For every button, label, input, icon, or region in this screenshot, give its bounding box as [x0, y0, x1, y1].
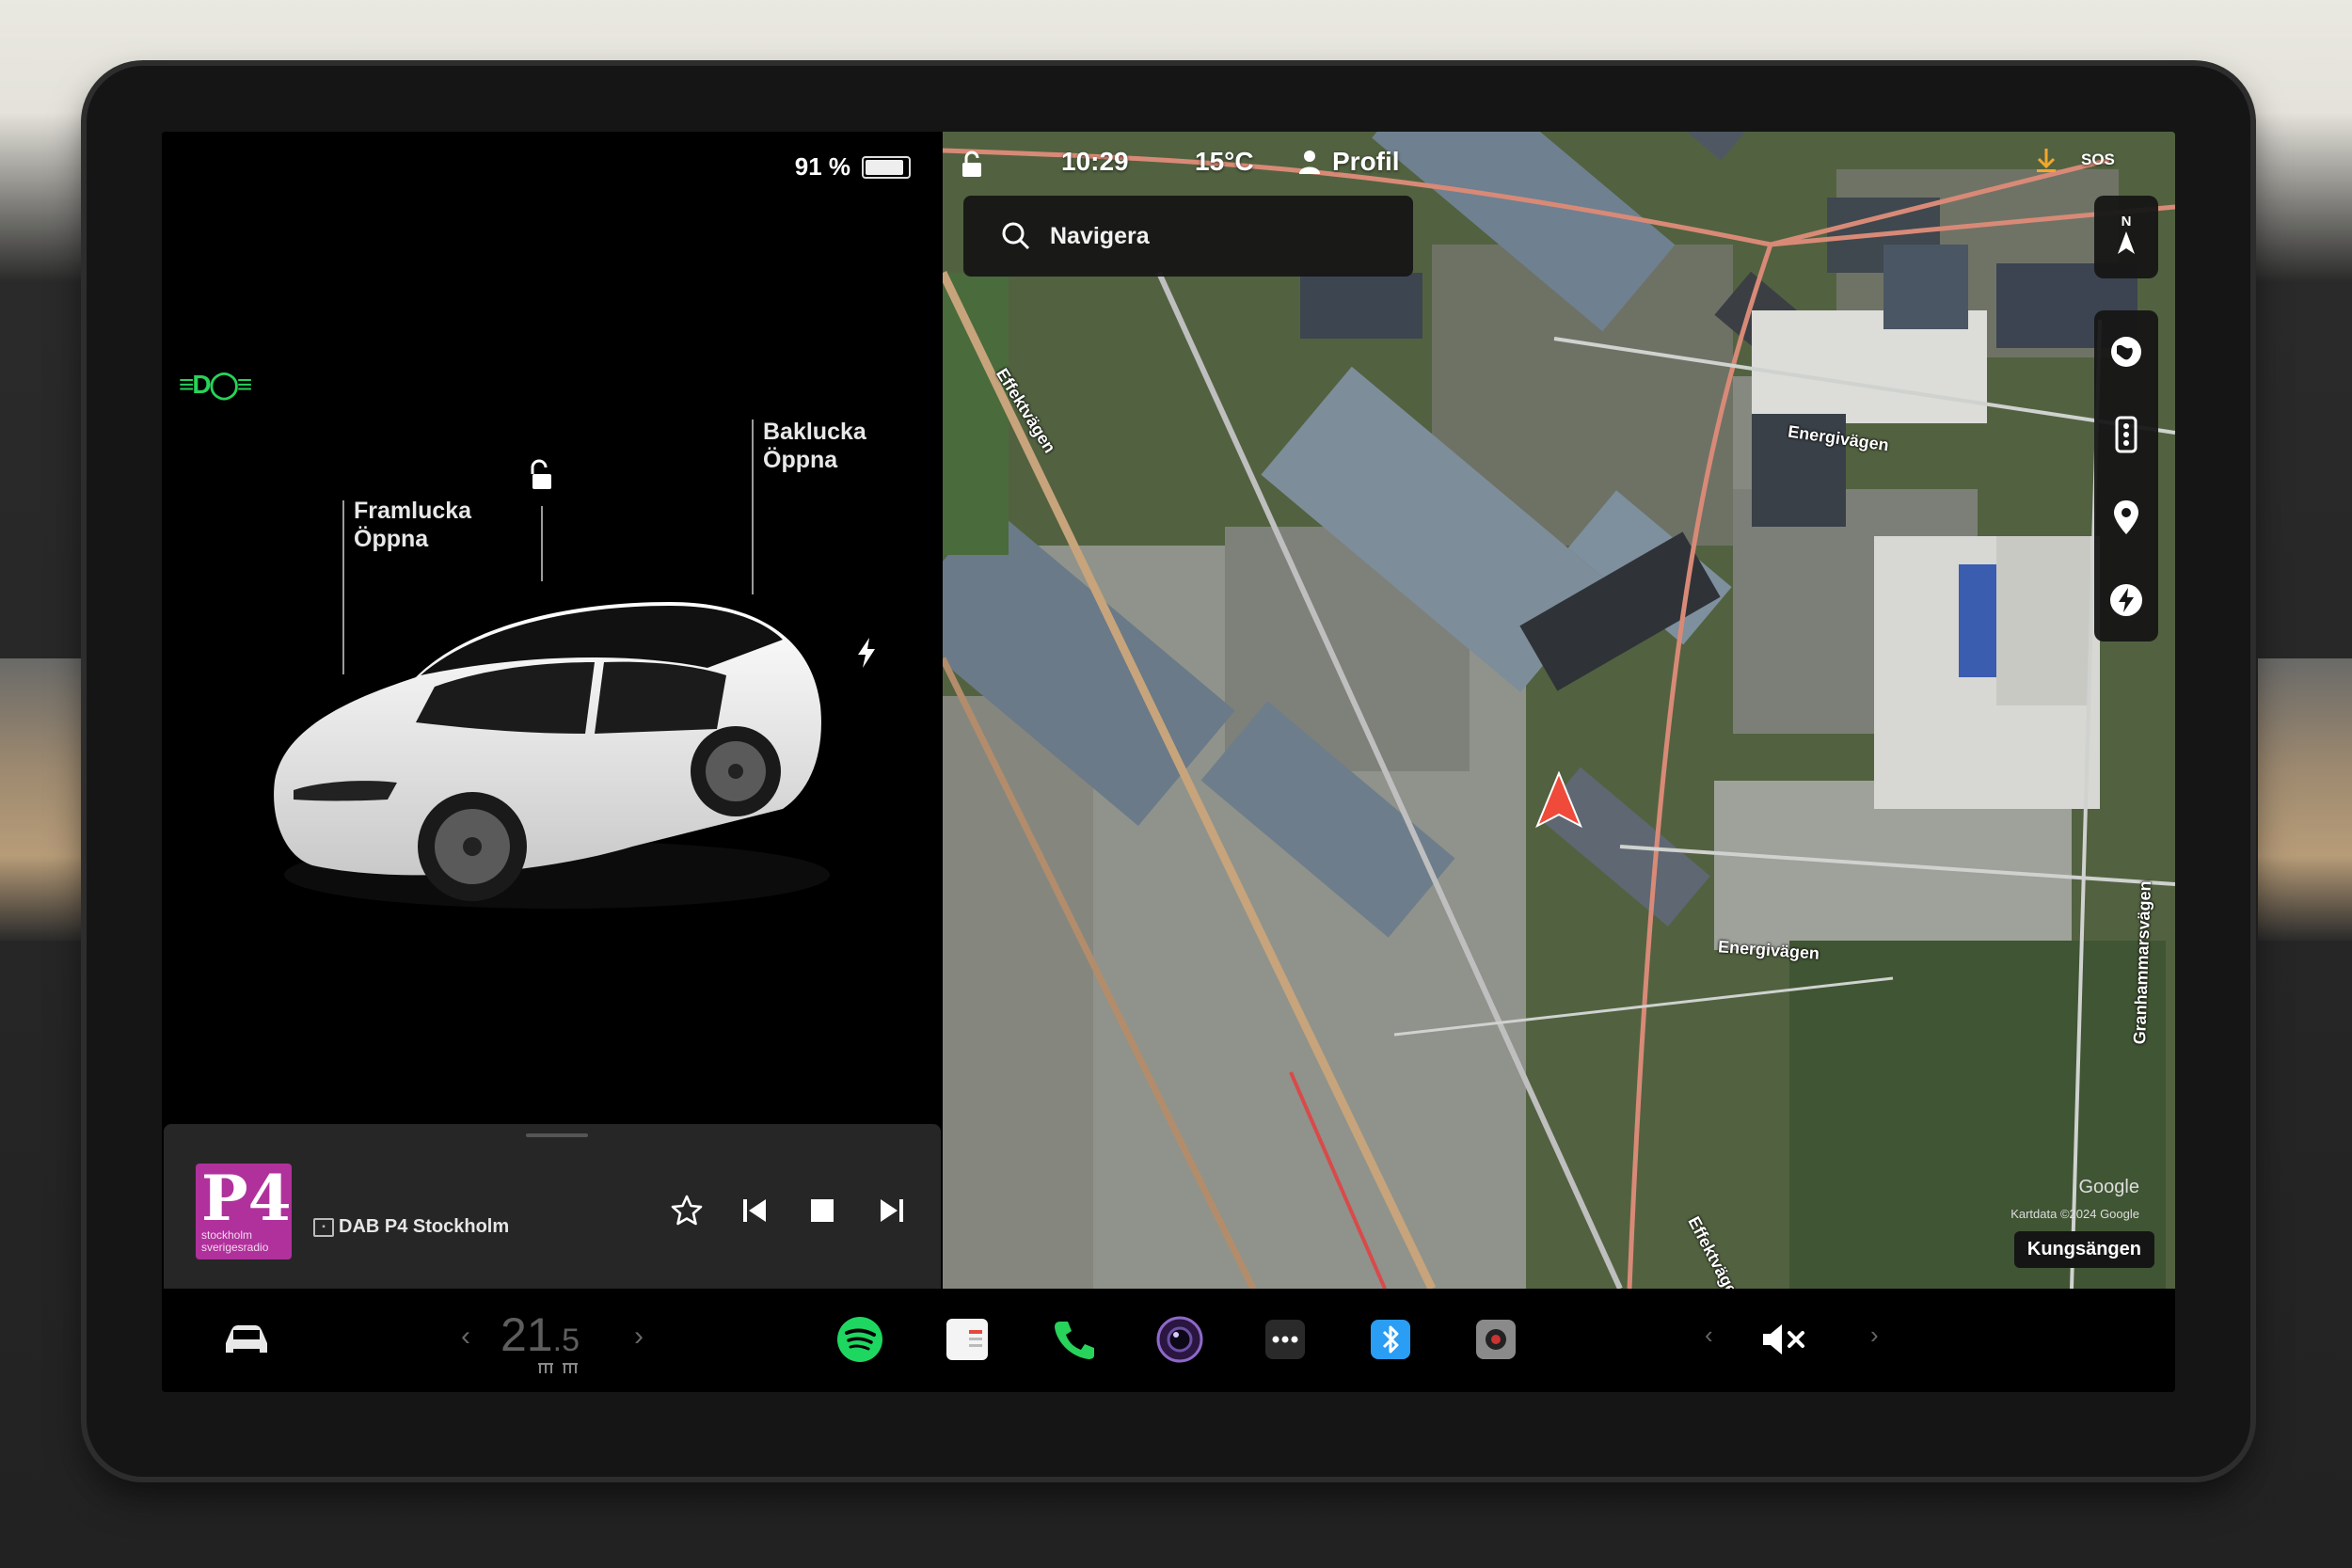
camera-app[interactable] — [1150, 1309, 1210, 1370]
spotify-app[interactable] — [830, 1309, 890, 1370]
previous-button[interactable] — [734, 1190, 775, 1231]
profile-button[interactable]: Profil — [1298, 147, 1400, 177]
front-trunk-control[interactable]: Framlucka Öppna — [354, 497, 471, 553]
temp-up-button[interactable]: › — [634, 1321, 644, 1353]
current-place: Kungsängen — [2013, 1231, 2154, 1268]
spotify-icon — [837, 1317, 882, 1362]
mute-button[interactable] — [1754, 1309, 1814, 1370]
skip-forward-icon — [881, 1199, 903, 1222]
pin-button[interactable] — [2094, 476, 2158, 559]
compass-icon: N — [2118, 214, 2135, 254]
profile-label: Profil — [1332, 147, 1400, 176]
dashboard-left — [0, 658, 94, 941]
dashcam-icon — [1476, 1320, 1516, 1359]
navigation-search-input[interactable] — [1048, 221, 1409, 251]
volume-up-button[interactable]: › — [1870, 1321, 1879, 1350]
rear-trunk-action: Öppna — [763, 447, 838, 473]
cabin-temperature[interactable]: 21.5 — [501, 1307, 580, 1362]
speaker-muted-icon — [1763, 1324, 1804, 1354]
location-pin-icon — [2114, 500, 2138, 534]
compass-inner: N — [2094, 196, 2158, 278]
car-panel: 91 % ≡D◯≡ Framlucka Öppna Baklucka Öppna — [162, 132, 943, 1289]
station-logo-subtext: stockholm sverigesradio — [201, 1228, 269, 1254]
outside-temperature: 15°C — [1195, 147, 1254, 176]
phone-app[interactable] — [1044, 1309, 1104, 1370]
map-status-bar: 10:29 15°C Profil SOS — [943, 145, 2175, 182]
star-icon — [671, 1195, 703, 1226]
unlock-icon[interactable] — [523, 457, 561, 495]
satellite-map — [943, 132, 2175, 1289]
media-drag-handle[interactable] — [526, 1133, 588, 1137]
calendar-icon — [946, 1319, 988, 1360]
radio-source-icon: ▪ — [313, 1218, 334, 1237]
compass-button[interactable]: N — [2094, 196, 2158, 278]
charging-station-icon — [2110, 584, 2142, 616]
bluetooth-icon — [1371, 1320, 1410, 1359]
bluetooth-app[interactable] — [1360, 1309, 1421, 1370]
download-icon[interactable] — [2034, 147, 2058, 175]
battery-status: 91 % — [795, 152, 911, 182]
favorite-button[interactable] — [666, 1190, 707, 1231]
car-image — [274, 602, 830, 909]
rear-trunk-control[interactable]: Baklucka Öppna — [763, 418, 866, 474]
person-icon — [1299, 150, 1320, 174]
calendar-app[interactable] — [937, 1309, 997, 1370]
temp-down-button[interactable]: ‹ — [461, 1321, 470, 1353]
station-logo: P4 stockholm sverigesradio — [196, 1164, 292, 1259]
map-view[interactable]: 10:29 15°C Profil SOS Navigera N Effektv… — [943, 132, 2175, 1289]
headlights-icon: ≡D◯≡ — [179, 370, 252, 399]
search-icon — [1002, 222, 1030, 250]
camera-lens-icon — [1156, 1316, 1203, 1363]
car-button[interactable] — [216, 1309, 277, 1370]
sos-button[interactable]: SOS — [2081, 150, 2115, 169]
car-icon — [226, 1325, 267, 1353]
media-player[interactable]: P4 stockholm sverigesradio ▪ DAB P4 Stoc… — [164, 1124, 941, 1289]
battery-icon — [862, 155, 911, 179]
current-location-arrow — [1535, 771, 1582, 829]
more-apps-button[interactable] — [1255, 1309, 1315, 1370]
map-attribution: Kartdata ©2024 Google — [2010, 1207, 2139, 1221]
rear-trunk-title: Baklucka — [763, 419, 866, 445]
cabin-temp-decimal: .5 — [552, 1323, 580, 1358]
bottom-dock: ‹ 21.5 › ‹ › — [162, 1289, 2175, 1392]
seat-heater-icons[interactable] — [536, 1360, 581, 1377]
globe-icon — [2111, 337, 2141, 367]
skip-back-icon — [743, 1199, 766, 1222]
clock: 10:29 — [1061, 147, 1129, 176]
compass-letter: N — [2122, 214, 2132, 230]
more-icon — [1265, 1320, 1305, 1359]
volume-down-button[interactable]: ‹ — [1705, 1321, 1713, 1350]
battery-fill — [866, 159, 903, 175]
navigation-search[interactable] — [963, 196, 1413, 277]
traffic-light-icon — [2115, 416, 2137, 453]
map-controls — [2094, 310, 2158, 641]
station-logo-text: P4 — [201, 1164, 292, 1235]
dashboard-right — [2258, 658, 2352, 941]
traffic-button[interactable] — [2094, 393, 2158, 476]
front-trunk-title: Framlucka — [354, 498, 472, 524]
cabin-temp-value: 21 — [501, 1308, 553, 1361]
station-name: DAB P4 Stockholm — [339, 1216, 510, 1237]
front-trunk-action: Öppna — [354, 526, 429, 552]
google-logo: Google — [2078, 1177, 2140, 1197]
phone-icon — [1055, 1322, 1094, 1359]
dashcam-app[interactable] — [1466, 1309, 1526, 1370]
stop-button[interactable] — [802, 1190, 843, 1231]
lock-status-icon[interactable] — [960, 150, 984, 179]
next-button[interactable] — [871, 1190, 913, 1231]
map-style-button[interactable] — [2094, 310, 2158, 393]
touchscreen: 91 % ≡D◯≡ Framlucka Öppna Baklucka Öppna — [162, 132, 2175, 1392]
stop-icon — [811, 1199, 834, 1222]
chargers-button[interactable] — [2094, 559, 2158, 641]
battery-percent: 91 % — [794, 152, 850, 181]
